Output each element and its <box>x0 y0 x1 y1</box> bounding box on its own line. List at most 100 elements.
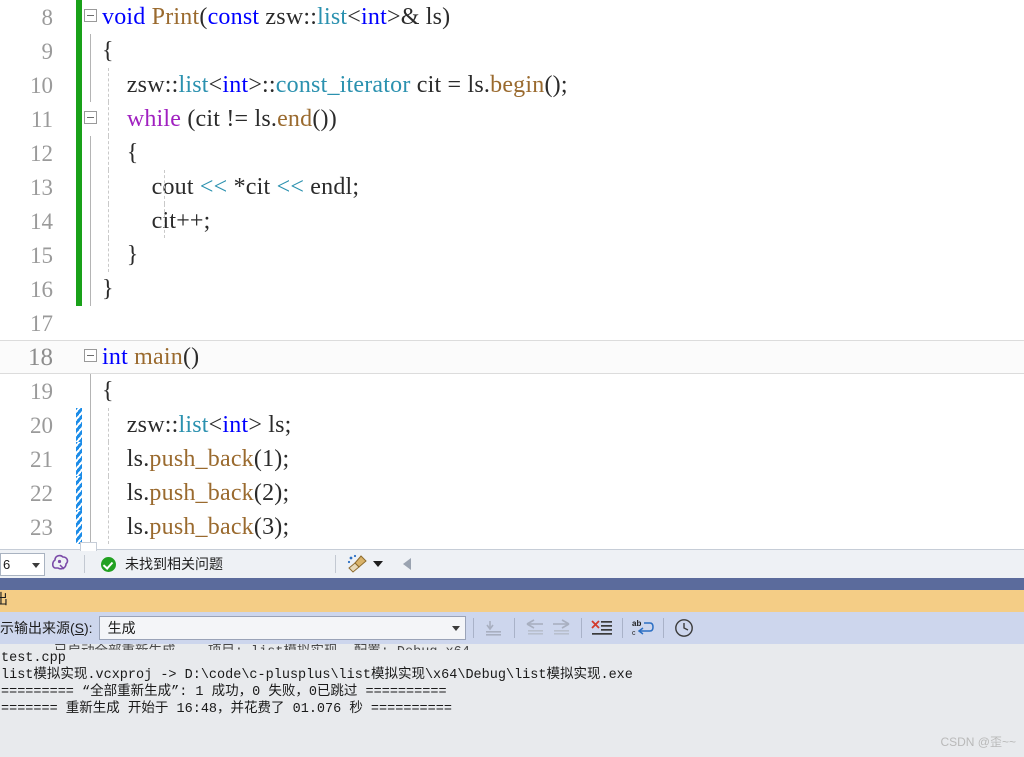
outlining-column[interactable] <box>82 238 100 272</box>
code-token: const <box>207 4 260 30</box>
outlining-column[interactable] <box>82 340 100 374</box>
code-line[interactable]: 22 ls.push_back(2); <box>0 476 1024 510</box>
code-text-area[interactable] <box>100 306 1024 340</box>
chevron-down-icon <box>32 563 40 568</box>
code-text-area[interactable]: int main() <box>100 340 1024 374</box>
outlining-column[interactable] <box>82 102 100 136</box>
code-text-area[interactable]: { <box>100 136 1024 170</box>
code-text-area[interactable]: zsw::list<int>::const_iterator cit = ls.… <box>100 68 1024 102</box>
show-timestamp-button[interactable] <box>671 616 697 640</box>
code-token: endl; <box>304 174 360 200</box>
code-text-area[interactable]: ls.push_back(1); <box>100 442 1024 476</box>
zoom-level-combobox[interactable]: 6 <box>0 553 45 576</box>
status-message: 未找到相关问题 <box>125 556 223 572</box>
outlining-column[interactable] <box>82 510 100 544</box>
outlining-column[interactable] <box>82 136 100 170</box>
code-text-area[interactable]: } <box>100 272 1024 306</box>
code-line[interactable]: 23 ls.push_back(3); <box>0 510 1024 544</box>
code-text-area[interactable]: ls.push_back(2); <box>100 476 1024 510</box>
output-panel-title-clipped: 出 <box>0 591 8 607</box>
collapse-minus-icon[interactable] <box>84 111 97 124</box>
collapse-minus-icon[interactable] <box>84 349 97 362</box>
outlining-column[interactable] <box>82 204 100 238</box>
collapse-minus-icon[interactable] <box>84 9 97 22</box>
find-message-button[interactable] <box>481 616 507 640</box>
code-token: main <box>134 344 183 370</box>
indent-guide <box>164 204 165 238</box>
panel-splitter[interactable] <box>0 578 1024 590</box>
outlining-column[interactable] <box>82 170 100 204</box>
status-separator-2 <box>335 555 336 573</box>
code-text-area[interactable]: cout << *cit << endl; <box>100 170 1024 204</box>
person-outline-icon[interactable] <box>48 551 74 577</box>
code-text: while (cit != ls.end()) <box>100 107 337 131</box>
code-token: (3); <box>253 514 290 540</box>
chevron-left-icon[interactable] <box>403 558 411 570</box>
code-line[interactable]: 10 zsw::list<int>::const_iterator cit = … <box>0 68 1024 102</box>
line-number: 10 <box>30 72 53 98</box>
code-editor[interactable]: 8 void Print(const zsw::list<int>& ls) 9{1… <box>0 0 1024 549</box>
outlining-column[interactable] <box>82 68 100 102</box>
code-line[interactable]: 21 ls.push_back(1); <box>0 442 1024 476</box>
outlining-vertical-line <box>90 238 91 272</box>
code-token: push_back <box>149 446 254 472</box>
indent-guide <box>108 68 109 102</box>
code-text-area[interactable]: ls.push_back(3); <box>100 510 1024 544</box>
toggle-word-wrap-button[interactable]: ab c <box>630 616 656 640</box>
code-token: > ls; <box>248 412 292 438</box>
code-line[interactable]: 15 } <box>0 238 1024 272</box>
output-source-select[interactable]: 生成 <box>98 616 466 640</box>
code-line[interactable]: 9{ <box>0 34 1024 68</box>
code-text-area[interactable]: } <box>100 238 1024 272</box>
go-to-next-button[interactable] <box>548 616 574 640</box>
outlining-column[interactable] <box>82 408 100 442</box>
code-line[interactable]: 18 int main() <box>0 340 1024 374</box>
go-to-previous-button[interactable] <box>522 616 548 640</box>
outlining-column[interactable] <box>82 272 100 306</box>
outlining-column[interactable] <box>82 374 100 408</box>
code-text-area[interactable]: while (cit != ls.end()) <box>100 102 1024 136</box>
code-token: << <box>199 174 228 200</box>
outlining-vertical-line <box>90 68 91 102</box>
broom-icon[interactable] <box>346 554 368 574</box>
indent-guide <box>108 510 109 544</box>
code-text-area[interactable]: void Print(const zsw::list<int>& ls) <box>100 0 1024 34</box>
code-token: int <box>222 72 249 98</box>
line-number: 20 <box>30 412 53 438</box>
toolbar-separator-3 <box>580 618 582 638</box>
output-text-area[interactable]: 已启动全部重新生成... 项目: list模拟实现, 配置: Debug x64… <box>0 644 1024 757</box>
outlining-column[interactable] <box>82 34 100 68</box>
code-text-area[interactable]: { <box>100 374 1024 408</box>
code-line[interactable]: 12 { <box>0 136 1024 170</box>
document-tab-stub[interactable] <box>80 542 97 551</box>
code-text-area[interactable]: { <box>100 34 1024 68</box>
code-line[interactable]: 14 cit++; <box>0 204 1024 238</box>
output-source-label-suffix: ): <box>84 620 93 636</box>
line-number: 18 <box>28 343 53 371</box>
code-text-area[interactable]: cit++; <box>100 204 1024 238</box>
code-line[interactable]: 16} <box>0 272 1024 306</box>
outlining-column[interactable] <box>82 476 100 510</box>
outlining-column[interactable] <box>82 442 100 476</box>
code-line-list: 8 void Print(const zsw::list<int>& ls) 9{1… <box>0 0 1024 544</box>
toolbar-separator-5 <box>662 618 664 638</box>
code-text: { <box>100 141 139 165</box>
clear-all-button[interactable] <box>589 616 615 640</box>
code-line[interactable]: 17 <box>0 306 1024 340</box>
code-line[interactable]: 19 { <box>0 374 1024 408</box>
code-line[interactable]: 20 zsw::list<int> ls; <box>0 408 1024 442</box>
code-line[interactable]: 13 cout << *cit << endl; <box>0 170 1024 204</box>
code-line[interactable]: 11 while (cit != ls.end()) <box>0 102 1024 136</box>
code-text-area[interactable]: zsw::list<int> ls; <box>100 408 1024 442</box>
code-line[interactable]: 8 void Print(const zsw::list<int>& ls) <box>0 0 1024 34</box>
outlining-column[interactable] <box>82 306 100 340</box>
outlining-vertical-line <box>90 136 91 170</box>
chevron-down-icon[interactable] <box>373 561 383 567</box>
code-token: } <box>102 276 114 302</box>
svg-text:ab: ab <box>632 619 641 628</box>
code-text: } <box>100 277 114 301</box>
outlining-column[interactable] <box>82 0 100 34</box>
code-text: void Print(const zsw::list<int>& ls) <box>100 5 450 29</box>
output-source-value: 生成 <box>107 620 136 636</box>
line-number: 13 <box>30 174 53 200</box>
